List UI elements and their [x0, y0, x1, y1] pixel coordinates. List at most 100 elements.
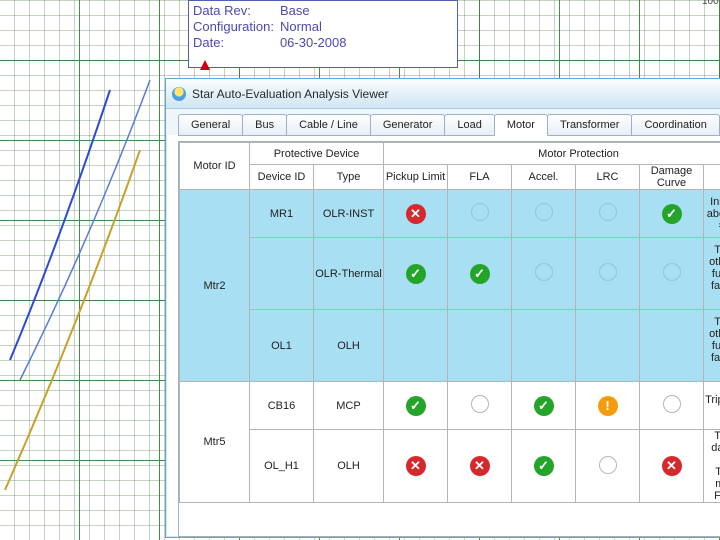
status-empty-icon	[599, 456, 617, 474]
status-bad-icon: ✕	[406, 456, 426, 476]
colgroup-motor-protection[interactable]: Motor Protection	[384, 143, 720, 165]
cell-status: ✓	[512, 382, 576, 430]
tab-load[interactable]: Load	[444, 114, 494, 135]
status-empty-icon	[535, 203, 553, 221]
col-motor-id[interactable]: Motor ID	[180, 143, 250, 190]
table-row[interactable]: Mtr5CB16MCP✓✓!Trip curve the LRC c	[180, 382, 720, 430]
status-ok-icon: ✓	[406, 396, 426, 416]
status-empty-icon	[535, 263, 553, 281]
cell-status: ✓	[384, 238, 448, 310]
status-bad-icon: ✕	[662, 456, 682, 476]
tab-general[interactable]: General	[178, 114, 243, 135]
cell-status: ✕	[384, 430, 448, 503]
cell-status	[640, 382, 704, 430]
col-pickup[interactable]: Pickup Limit	[384, 165, 448, 190]
status-empty-icon	[471, 395, 489, 413]
status-ok-icon: ✓	[406, 264, 426, 284]
cell-status	[512, 310, 576, 382]
status-ok-icon: ✓	[470, 264, 490, 284]
status-empty-icon	[599, 203, 617, 221]
titlebar[interactable]: Star Auto-Evaluation Analysis Viewer	[166, 79, 720, 109]
status-ok-icon: ✓	[534, 396, 554, 416]
cell-device-id: OL1	[250, 310, 314, 382]
table-row[interactable]: OLR-Thermal ✓ ✓ Trip curve other protec fun…	[180, 238, 720, 310]
col-fla[interactable]: FLA	[448, 165, 512, 190]
col-lrc[interactable]: LRC	[576, 165, 640, 190]
status-empty-icon	[663, 395, 681, 413]
tab-bar: GeneralBusCable / LineGeneratorLoadMotor…	[166, 109, 720, 135]
tab-generator[interactable]: Generator	[370, 114, 446, 135]
cell-status	[640, 238, 704, 310]
cell-device-id: CB16	[250, 382, 314, 430]
legend-date-label: Date:	[193, 35, 280, 51]
origin-arrow-icon	[200, 60, 210, 70]
cell-type: OLH	[314, 310, 384, 382]
cell-status	[448, 310, 512, 382]
cell-device-id	[250, 238, 314, 310]
cell-type: OLR-Thermal	[314, 238, 384, 310]
cell-status	[576, 238, 640, 310]
col-condition[interactable]: Co	[704, 165, 720, 190]
cell-status: !	[576, 382, 640, 430]
tab-cable-line[interactable]: Cable / Line	[286, 114, 371, 135]
status-empty-icon	[599, 263, 617, 281]
cell-status: ✓	[640, 190, 704, 238]
status-empty-icon	[471, 203, 489, 221]
cell-status	[448, 382, 512, 430]
analysis-viewer-window: Star Auto-Evaluation Analysis Viewer Gen…	[165, 78, 720, 538]
status-empty-icon	[663, 263, 681, 281]
status-ok-icon: ✓	[534, 456, 554, 476]
cell-status	[384, 310, 448, 382]
status-bad-icon: ✕	[406, 204, 426, 224]
cell-status	[512, 190, 576, 238]
legend-config: Normal	[280, 19, 353, 35]
cell-condition: Trip curve damage cuTripAmps max. limit …	[704, 430, 720, 503]
cell-status: ✕	[448, 430, 512, 503]
cell-status	[576, 190, 640, 238]
cell-status: ✕	[384, 190, 448, 238]
cell-status	[640, 310, 704, 382]
cell-type: OLR-INST	[314, 190, 384, 238]
col-damage[interactable]: Damage Curve	[640, 165, 704, 190]
window-title: Star Auto-Evaluation Analysis Viewer	[192, 87, 389, 101]
cell-motor-id: Mtr2	[180, 190, 250, 382]
results-grid[interactable]: Motor ID Protective Device Motor Protect…	[178, 141, 720, 537]
cell-status: ✓	[448, 238, 512, 310]
cell-status	[576, 310, 640, 382]
cell-device-id: OL_H1	[250, 430, 314, 503]
tab-bus[interactable]: Bus	[242, 114, 287, 135]
axis-tick-100: 100	[702, 0, 719, 7]
cell-type: MCP	[314, 382, 384, 430]
col-type[interactable]: Type	[314, 165, 384, 190]
tab-transformer[interactable]: Transformer	[547, 114, 633, 135]
legend-datarev-label: Data Rev:	[193, 3, 280, 19]
table-row[interactable]: OL1OLH Trip curve other protec functions …	[180, 310, 720, 382]
tab-motor[interactable]: Motor	[494, 114, 548, 136]
cell-status	[576, 430, 640, 503]
table-row[interactable]: Mtr2MR1OLR-INST✕✓Inst. Pickup above max …	[180, 190, 720, 238]
status-bad-icon: ✕	[470, 456, 490, 476]
legend-date: 06-30-2008	[280, 35, 353, 51]
cell-condition: Trip curve the LRC c	[704, 382, 720, 430]
status-ok-icon: ✓	[662, 204, 682, 224]
cell-status: ✕	[640, 430, 704, 503]
cell-status: ✓	[384, 382, 448, 430]
cell-condition: Trip curve other protec functions o faul…	[704, 238, 720, 310]
cell-type: OLH	[314, 430, 384, 503]
col-device-id[interactable]: Device ID	[250, 165, 314, 190]
cell-status	[448, 190, 512, 238]
col-accel[interactable]: Accel.	[512, 165, 576, 190]
legend-datarev: Base	[280, 3, 353, 19]
legend-box: Data Rev:Base Configuration:Normal Date:…	[188, 0, 458, 68]
table-row[interactable]: OL_H1OLH ✕ ✕ ✓ ✕ Trip curve damage cuTripAmps…	[180, 430, 720, 503]
cell-device-id: MR1	[250, 190, 314, 238]
cell-condition: Trip curve other protec functions o faul…	[704, 310, 720, 382]
legend-config-label: Configuration:	[193, 19, 280, 35]
cell-status	[512, 238, 576, 310]
app-icon	[172, 87, 186, 101]
cell-condition: Inst. Pickup above max A = LRC x	[704, 190, 720, 238]
tab-coordination[interactable]: Coordination	[631, 114, 719, 135]
colgroup-protective-device[interactable]: Protective Device	[250, 143, 384, 165]
cell-motor-id: Mtr5	[180, 382, 250, 503]
status-warn-icon: !	[598, 396, 618, 416]
